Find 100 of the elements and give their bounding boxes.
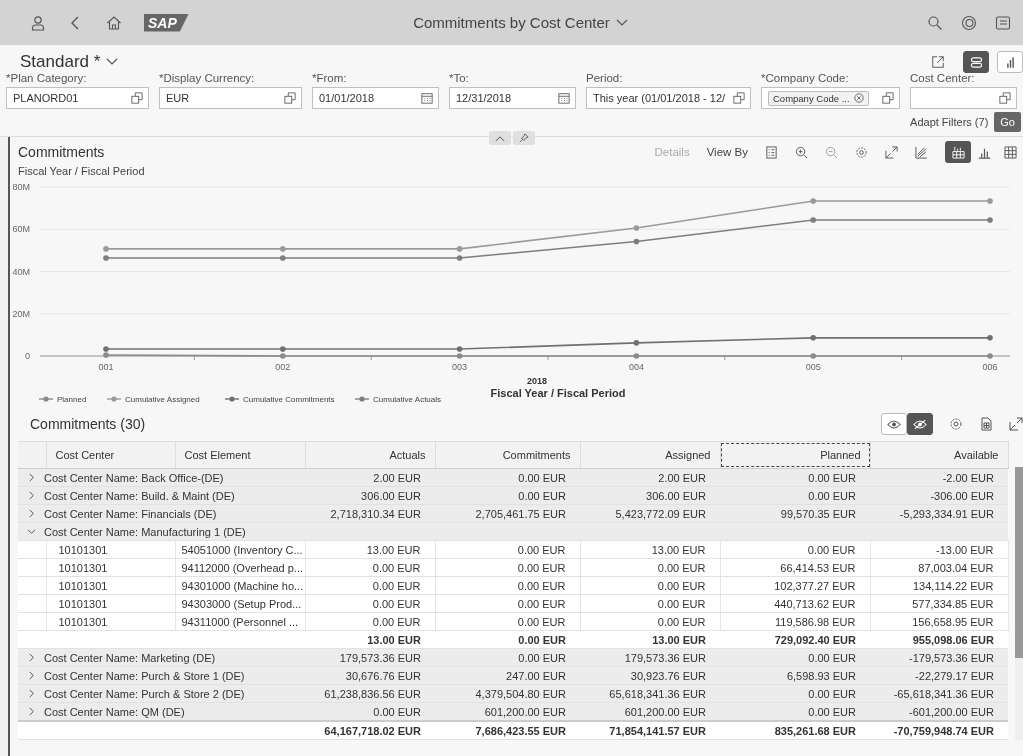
- group-label: Cost Center Name: QM (DE): [44, 705, 185, 718]
- zoom-out-icon[interactable]: [825, 145, 838, 159]
- hide-details-button[interactable]: [907, 413, 933, 435]
- settings-icon[interactable]: [855, 145, 868, 159]
- value-help-icon[interactable]: [882, 92, 894, 104]
- total-cell: 64,167,718.02 EUR: [324, 724, 421, 737]
- x-tick-label: 001: [98, 362, 114, 372]
- home-icon[interactable]: [106, 14, 122, 31]
- column-header[interactable]: Planned: [720, 443, 870, 467]
- data-point: [633, 340, 640, 346]
- table-cell: -22,279.17 EUR: [915, 669, 994, 682]
- collapse-header-button[interactable]: [488, 131, 511, 145]
- line-chart-icon[interactable]: [915, 145, 928, 159]
- calendar-icon[interactable]: [558, 92, 570, 104]
- y-tick-label: 80M: [12, 182, 30, 192]
- table-cell: 94311000 (Personnel ...: [181, 615, 299, 628]
- table-cell: 134,114.22 EUR: [912, 579, 994, 592]
- data-point: [280, 255, 286, 261]
- table-cell: -2.00 EUR: [942, 471, 994, 484]
- group-label: Cost Center Name: Build. & Maint (DE): [44, 489, 235, 502]
- user-icon[interactable]: [30, 14, 46, 31]
- filter-field[interactable]: Company Code ...: [761, 87, 900, 109]
- table-cell: 156,658.95 EUR: [912, 615, 994, 628]
- table-title: Commitments (30): [30, 416, 146, 432]
- fullscreen-icon[interactable]: [885, 145, 898, 159]
- table-cell: 54051000 (Inventory C...: [181, 543, 303, 556]
- table-cell: 0.00 EUR: [373, 705, 421, 718]
- axis-group-label: 2018: [527, 376, 547, 386]
- filter-view-toggle[interactable]: [963, 51, 989, 73]
- fullscreen-icon[interactable]: [1009, 417, 1023, 431]
- go-button[interactable]: Go: [994, 112, 1021, 132]
- search-icon[interactable]: [927, 14, 943, 31]
- column-header[interactable]: Available: [870, 443, 1008, 467]
- table-cell: 66,414.53 EUR: [780, 561, 856, 574]
- column-header[interactable]: Assigned: [580, 443, 720, 467]
- column-header[interactable]: Actuals: [305, 443, 435, 467]
- scrollbar[interactable]: [1015, 467, 1023, 740]
- table-cell: -5,293,334.91 EUR: [899, 507, 994, 520]
- chart-view-toggle[interactable]: [997, 51, 1023, 73]
- data-point: [633, 353, 640, 359]
- date-field[interactable]: 12/31/2018: [449, 87, 576, 109]
- filter-field[interactable]: EUR: [159, 87, 302, 109]
- filter-label: Cost Center:: [910, 72, 976, 84]
- table-cell: -601,200.00 EUR: [909, 705, 994, 718]
- show-details-button[interactable]: [881, 413, 907, 435]
- legend-icon[interactable]: [765, 145, 778, 159]
- legend-marker: [106, 396, 122, 402]
- export-icon[interactable]: [979, 417, 993, 431]
- table-cell: 0.00 EUR: [372, 615, 421, 628]
- data-point: [987, 335, 993, 341]
- data-point: [280, 246, 286, 252]
- filter-field[interactable]: [910, 87, 1017, 109]
- value-help-icon[interactable]: [999, 92, 1011, 104]
- date-field[interactable]: 01/01/2018: [312, 87, 439, 109]
- y-tick-label: 60M: [12, 224, 30, 235]
- assistant-icon[interactable]: [961, 14, 977, 31]
- table-cell: 0.00 EUR: [518, 471, 566, 484]
- table-cell: 0.00 EUR: [517, 597, 566, 610]
- value-help-icon[interactable]: [284, 92, 296, 104]
- table-cell: -13.00 EUR: [936, 543, 994, 556]
- filter-token[interactable]: Company Code ...: [768, 90, 869, 106]
- app-title-button[interactable]: Commitments by Cost Center: [413, 14, 628, 31]
- total-cell: -70,759,948.74 EUR: [893, 724, 994, 737]
- view-by-button[interactable]: View By: [706, 146, 748, 158]
- filter-field[interactable]: PLANORD01: [6, 87, 149, 109]
- table-cell: 10101301: [58, 597, 108, 610]
- legend-marker: [224, 396, 240, 402]
- settings-icon[interactable]: [949, 417, 963, 431]
- share-icon[interactable]: [931, 55, 945, 69]
- table-cell: 0.00 EUR: [808, 651, 856, 664]
- table-cell: 87,003.04 EUR: [918, 561, 994, 574]
- column-header[interactable]: Cost Center: [46, 443, 175, 467]
- legend-label: Cumulative Assigned: [125, 395, 200, 404]
- table-cell: 99,570.35 EUR: [780, 507, 856, 520]
- adapt-filters-button[interactable]: Adapt Filters (7): [910, 116, 989, 128]
- legend-marker: [38, 396, 54, 402]
- remove-icon[interactable]: [853, 93, 864, 103]
- table-cell: 2.00 EUR: [373, 471, 421, 484]
- column-header[interactable]: Cost Element: [175, 443, 305, 467]
- table-cell: 601,200.00 EUR: [624, 705, 706, 718]
- table-cell: 306.00 EUR: [646, 489, 706, 502]
- logo[interactable]: SAP: [144, 13, 189, 32]
- value-help-icon[interactable]: [131, 92, 143, 104]
- total-cell: 729,092.40 EUR: [774, 633, 856, 646]
- chart-subtitle: Fiscal Year / Fiscal Period: [17, 164, 146, 177]
- menu-icon[interactable]: [995, 14, 1011, 31]
- column-header[interactable]: Commitments: [435, 443, 580, 467]
- filter-field[interactable]: This year (01/01/2018 - 12/: [586, 87, 751, 109]
- value-help-icon[interactable]: [733, 92, 746, 104]
- zoom-in-icon[interactable]: [795, 145, 808, 159]
- pin-header-button[interactable]: [512, 131, 535, 145]
- group-label: Cost Center Name: Financials (DE): [44, 507, 217, 520]
- data-point: [456, 255, 463, 261]
- variant-selector[interactable]: Standard *: [20, 52, 119, 72]
- filter-label: *Display Currency:: [159, 72, 256, 84]
- calendar-icon[interactable]: [421, 92, 433, 104]
- table-cell: 30,923.76 EUR: [630, 669, 706, 682]
- table-cell: 2,718,310.34 EUR: [330, 507, 421, 520]
- table-cell: 10101301: [58, 543, 108, 556]
- chart-table-view-button[interactable]: [945, 141, 971, 163]
